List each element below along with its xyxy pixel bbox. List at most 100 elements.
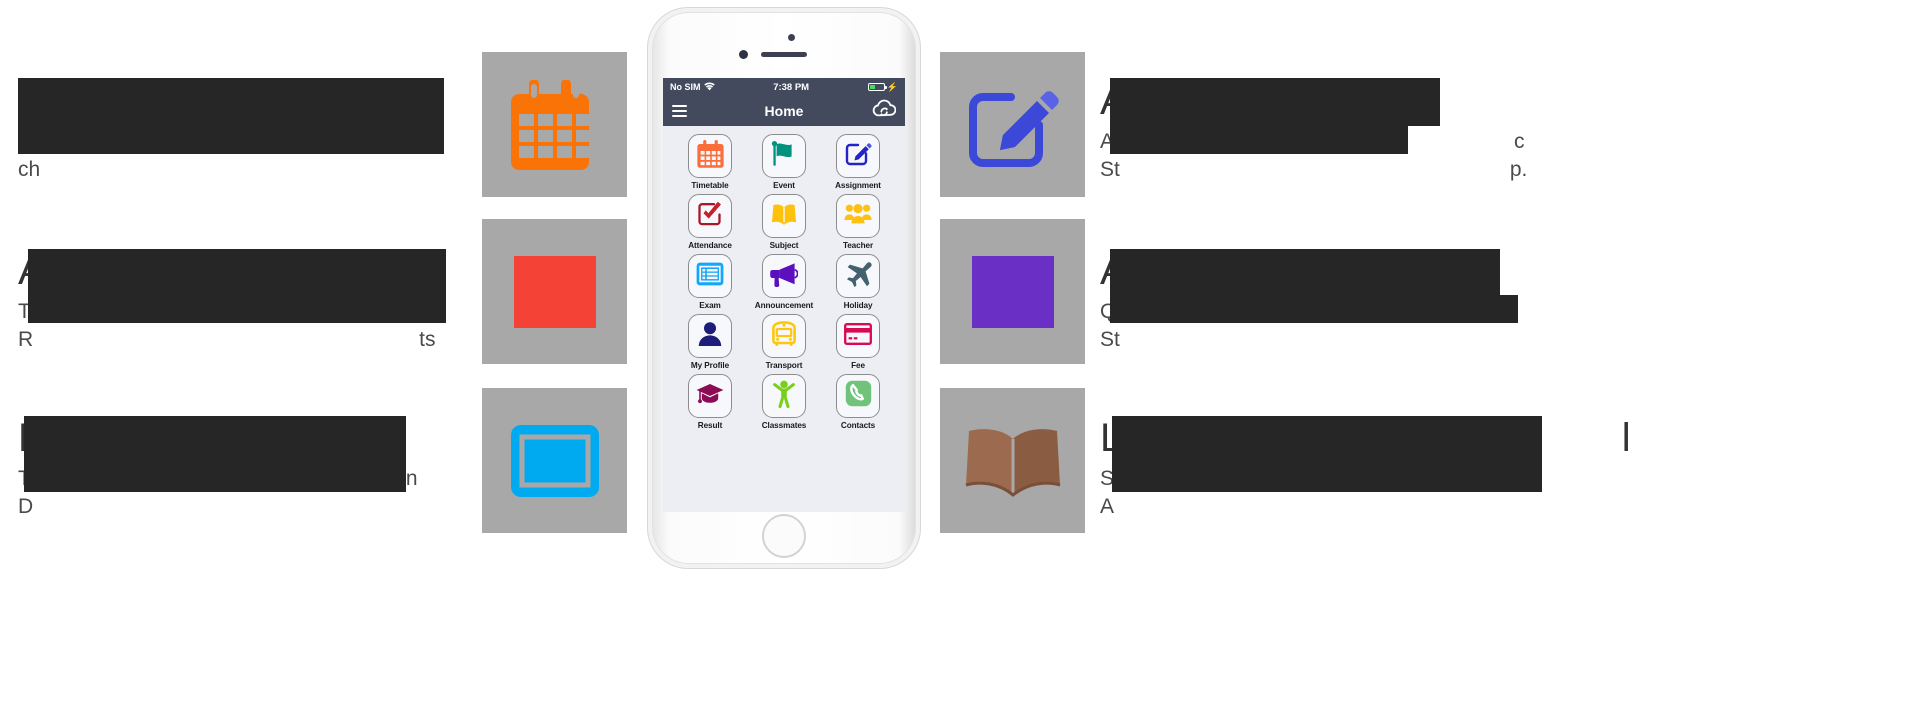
- feature-heading: A: [1100, 79, 1127, 123]
- app-item-holiday[interactable]: Holiday: [821, 254, 895, 310]
- redaction-bar: [1110, 295, 1518, 323]
- app-tile[interactable]: [836, 374, 880, 418]
- pencil-note-icon: [844, 140, 872, 173]
- bus-icon: [771, 320, 797, 352]
- list-card-icon: [696, 262, 724, 291]
- feature-line-1: Tn: [18, 467, 418, 490]
- feature-block-right-1: A Ac St p.: [1100, 78, 1527, 184]
- feature-block-left-2: A Ta r Rts: [18, 248, 436, 354]
- app-label: Contacts: [840, 421, 876, 430]
- app-label: Announcement: [754, 301, 814, 310]
- app-item-exam[interactable]: Exam: [673, 254, 747, 310]
- earpiece-speaker: [761, 52, 807, 57]
- feature-line-2: A: [1100, 495, 1115, 518]
- people-group-icon: [844, 202, 872, 231]
- feature-line-2: ch: [18, 158, 41, 181]
- calendar-icon: [696, 139, 724, 173]
- app-item-timetable[interactable]: Timetable: [673, 134, 747, 190]
- credit-card-icon: [844, 322, 872, 350]
- feature-line-2: Rts: [18, 328, 436, 351]
- app-tile[interactable]: [762, 374, 806, 418]
- app-grid: Timetable Event Assignment Attendance Su…: [663, 126, 905, 436]
- app-item-teacher[interactable]: Teacher: [821, 194, 895, 250]
- app-item-classmates[interactable]: Classmates: [747, 374, 821, 430]
- app-tile[interactable]: [836, 194, 880, 238]
- app-item-my-profile[interactable]: My Profile: [673, 314, 747, 370]
- app-item-attendance[interactable]: Attendance: [673, 194, 747, 250]
- wifi-icon: [703, 81, 715, 93]
- app-tile[interactable]: [836, 314, 880, 358]
- phone-screen: No SIM 7:38 PM ⚡ Home Timetable Event As…: [663, 78, 905, 512]
- app-tile[interactable]: [688, 374, 732, 418]
- app-label: Timetable: [691, 181, 729, 190]
- app-tile[interactable]: [688, 314, 732, 358]
- app-tile[interactable]: [836, 254, 880, 298]
- feature-line-1: Q: [1100, 300, 1117, 323]
- app-item-contacts[interactable]: Contacts: [821, 374, 895, 430]
- app-tile[interactable]: [762, 314, 806, 358]
- feature-tile-right-2: [940, 219, 1085, 364]
- app-label: Event: [773, 181, 795, 190]
- app-tile[interactable]: [762, 134, 806, 178]
- status-bar: No SIM 7:38 PM ⚡: [663, 78, 905, 96]
- app-item-subject[interactable]: Subject: [747, 194, 821, 250]
- app-tile[interactable]: [762, 254, 806, 298]
- cloud-sync-icon[interactable]: [872, 99, 897, 123]
- airplane-icon: [844, 261, 872, 292]
- feature-block-left-3: E Tn D: [18, 415, 418, 521]
- feature-tile-right-1: [940, 52, 1085, 197]
- status-bar-left: No SIM: [670, 81, 715, 93]
- open-book-icon: [965, 425, 1061, 497]
- app-item-event[interactable]: Event: [747, 134, 821, 190]
- proximity-sensor-icon: [788, 34, 795, 41]
- app-item-result[interactable]: Result: [673, 374, 747, 430]
- feature-line-1: St: [18, 130, 38, 153]
- app-label: My Profile: [690, 361, 730, 370]
- feature-line-2: St p.: [1100, 158, 1528, 181]
- page-title: Home: [764, 103, 804, 119]
- redaction-bar: [1110, 249, 1500, 295]
- status-bar-right: ⚡: [867, 81, 898, 92]
- nav-bar: Home: [663, 96, 905, 126]
- feature-tile-right-3: [940, 388, 1085, 533]
- app-tile[interactable]: [836, 134, 880, 178]
- feature-line-2: St: [1100, 328, 1120, 351]
- front-camera-icon: [739, 50, 748, 59]
- person-icon: [697, 321, 723, 352]
- flag-icon: [770, 140, 798, 173]
- feature-heading: A: [18, 249, 45, 293]
- app-label: Result: [697, 421, 723, 430]
- app-tile[interactable]: [762, 194, 806, 238]
- app-label: Transport: [765, 361, 803, 370]
- feature-heading: E: [18, 416, 45, 460]
- feature-block-right-2: A Q St: [1100, 248, 1127, 354]
- app-label: Classmates: [761, 421, 807, 430]
- app-tile[interactable]: [688, 194, 732, 238]
- app-tile[interactable]: [688, 134, 732, 178]
- calendar-icon: [510, 79, 599, 170]
- battery-icon: [867, 83, 887, 91]
- feature-tile-left-1: [482, 52, 627, 197]
- feature-tile-left-2: [482, 219, 627, 364]
- graduation-cap-icon: [696, 382, 724, 411]
- app-label: Attendance: [688, 241, 732, 250]
- purple-square-icon: [971, 255, 1054, 328]
- app-tile[interactable]: [688, 254, 732, 298]
- app-item-transport[interactable]: Transport: [747, 314, 821, 370]
- app-item-assignment[interactable]: Assignment: [821, 134, 895, 190]
- phone-mockup: No SIM 7:38 PM ⚡ Home Timetable Event As…: [648, 8, 920, 568]
- status-bar-time: 7:38 PM: [773, 81, 810, 93]
- carrier-label: No SIM: [670, 82, 701, 92]
- app-item-announcement[interactable]: Announcement: [747, 254, 821, 310]
- app-item-fee[interactable]: Fee: [821, 314, 895, 370]
- phone-handset-icon: [845, 380, 872, 412]
- edit-note-icon: [967, 81, 1059, 169]
- feature-heading: Ll: [1100, 416, 1631, 460]
- redaction-bar: [18, 78, 444, 154]
- app-label: Subject: [769, 241, 799, 250]
- child-person-icon: [772, 380, 796, 413]
- feature-line-2: D: [18, 495, 34, 518]
- lightning-bolt-icon: ⚡: [886, 81, 898, 92]
- checkbox-check-icon: [696, 200, 724, 233]
- home-button[interactable]: [762, 514, 806, 558]
